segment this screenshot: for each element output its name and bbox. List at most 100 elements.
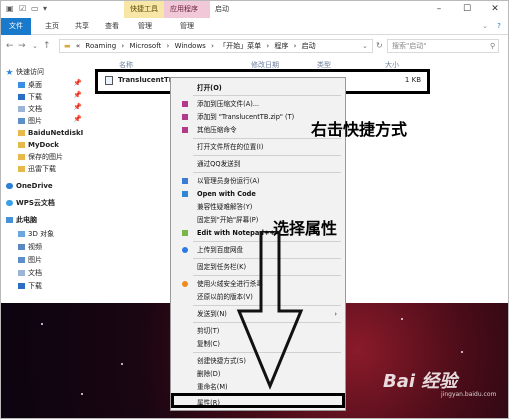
picture-icon: [18, 118, 25, 124]
picture-icon: [18, 257, 25, 263]
star-dot: [81, 393, 83, 395]
tab-manage-shortcut[interactable]: 管理: [132, 18, 158, 35]
up-icon[interactable]: ↑: [43, 41, 51, 51]
tab-view[interactable]: 查看: [99, 18, 125, 35]
nav-mydock[interactable]: MyDock: [18, 139, 59, 151]
breadcrumb-separator: ›: [266, 42, 270, 50]
nav-downloads[interactable]: 下载: [18, 91, 42, 103]
nav-videos[interactable]: 视频: [18, 241, 42, 253]
cloud-upload-icon: [182, 247, 188, 253]
folder-icon: [18, 142, 25, 148]
nav-baidunetdisk[interactable]: BaiduNetdiskI: [18, 127, 83, 139]
breadcrumb-start-menu[interactable]: 「开始」菜单: [219, 42, 261, 50]
folder-icon: [18, 166, 25, 172]
menu-open[interactable]: 打开(O): [171, 82, 345, 94]
video-icon: [18, 244, 25, 250]
nav-desktop[interactable]: 桌面: [18, 79, 42, 91]
context-tab-shortcut-tools[interactable]: 快捷工具: [124, 1, 164, 18]
maximize-button[interactable]: ☐: [453, 1, 481, 18]
address-bar[interactable]: ▬ « Roaming › Microsoft › Windows › 「开始」…: [59, 39, 373, 53]
new-folder-quick-icon[interactable]: ▭: [31, 4, 39, 13]
menu-add-to-archive[interactable]: 添加到压缩文件(A)...: [171, 98, 345, 110]
menu-send-via-qq[interactable]: 通过QQ发送到: [171, 158, 345, 170]
breadcrumb-microsoft[interactable]: Microsoft: [129, 42, 161, 50]
tab-manage-app[interactable]: 管理: [174, 18, 200, 35]
refresh-icon[interactable]: ↻: [376, 41, 383, 50]
ribbon-expand-icon[interactable]: ⌄: [479, 18, 491, 35]
nav-saved-pictures[interactable]: 保存的图片: [18, 151, 63, 163]
nav-pc-documents[interactable]: 文档: [18, 267, 42, 279]
navigation-pane: 快速访问 桌面 📌 下载 📌 文档 📌 图片 📌 BaiduNetdiskI M…: [1, 58, 97, 303]
tab-file[interactable]: 文件: [1, 18, 31, 35]
breadcrumb-roaming[interactable]: Roaming: [85, 42, 116, 50]
nav-pc-pictures[interactable]: 图片: [18, 254, 42, 266]
recent-dropdown-icon[interactable]: ⌄: [32, 42, 38, 50]
baidu-watermark: Bai 经验: [383, 371, 458, 392]
menu-run-as-admin[interactable]: 以管理员身份运行(A): [171, 175, 345, 187]
vscode-icon: [182, 191, 188, 197]
title-bar: ▣ ☑ ▭ ▾ 快捷工具 应用程序工具 启动 – ☐ ✕: [1, 1, 508, 30]
star-icon: [6, 69, 13, 75]
breadcrumb-separator: ›: [121, 42, 125, 50]
folder-icon: [18, 154, 25, 160]
star-dot: [401, 318, 403, 320]
help-icon[interactable]: ?: [493, 18, 505, 35]
desktop-icon: [18, 82, 25, 88]
file-name: TranslucentTB: [118, 76, 175, 84]
nav-documents[interactable]: 文档: [18, 103, 42, 115]
menu-compatibility-troubleshoot[interactable]: 兼容性疑难解答(Y): [171, 201, 345, 213]
folder-icon: ▬: [64, 42, 71, 50]
address-dropdown-icon[interactable]: ⌄: [362, 42, 368, 50]
down-arrow-annotation: [236, 231, 304, 390]
archive-icon: [182, 114, 188, 120]
submenu-arrow-icon: ›: [334, 310, 337, 318]
properties-quick-icon[interactable]: ☑: [19, 4, 26, 13]
minimize-button[interactable]: –: [425, 1, 453, 18]
search-icon: ⚲: [490, 42, 496, 50]
breadcrumb-programs[interactable]: 程序: [274, 42, 288, 50]
computer-icon: [6, 217, 13, 223]
archive-icon: [182, 101, 188, 107]
nav-this-pc[interactable]: 此电脑: [6, 214, 37, 226]
cloud-icon: [6, 200, 13, 206]
file-size: 1 KB: [404, 76, 421, 84]
menu-separator: [193, 95, 341, 96]
forward-icon[interactable]: →: [18, 41, 26, 51]
menu-open-with-code[interactable]: Open with Code: [171, 188, 345, 200]
nav-3d-objects[interactable]: 3D 对象: [18, 228, 54, 240]
context-tab-app-tools[interactable]: 应用程序工具: [164, 1, 210, 30]
star-dot: [121, 363, 123, 365]
search-input[interactable]: 搜索"启动": [387, 39, 499, 53]
breadcrumb-startup[interactable]: 启动: [302, 42, 316, 50]
address-row: ← → ⌄ ↑ ▬ « Roaming › Microsoft › Window…: [1, 36, 508, 56]
cube-icon: [18, 231, 25, 237]
breadcrumb-separator: «: [75, 42, 81, 50]
nav-wps-cloud[interactable]: WPS云文档: [6, 197, 55, 209]
nav-quick-access[interactable]: 快速访问: [6, 66, 44, 78]
archive-icon: [182, 127, 188, 133]
breadcrumb-windows[interactable]: Windows: [175, 42, 206, 50]
tab-share[interactable]: 共享: [69, 18, 95, 35]
quick-access-dropdown-icon[interactable]: ▾: [43, 4, 47, 13]
nav-pc-downloads[interactable]: 下载: [18, 280, 42, 292]
notepadpp-icon: [182, 230, 188, 236]
breadcrumb-separator: ›: [166, 42, 170, 50]
nav-pictures[interactable]: 图片: [18, 115, 42, 127]
star-dot: [41, 323, 43, 325]
shortcut-icon: [105, 76, 113, 85]
back-icon[interactable]: ←: [6, 41, 14, 51]
explorer-window: ▣ ☑ ▭ ▾ 快捷工具 应用程序工具 启动 – ☐ ✕ 文件 主页 共享 查看…: [0, 0, 509, 419]
menu-open-file-location[interactable]: 打开文件所在的位置(I): [171, 141, 345, 153]
huorong-icon: [182, 281, 188, 287]
menu-separator: [193, 155, 341, 156]
close-button[interactable]: ✕: [481, 1, 508, 18]
ribbon-tabs: 文件 主页 共享 查看 管理 管理 ⌄ ?: [1, 18, 508, 35]
nav-thunder-downloads[interactable]: 迅雷下载: [18, 163, 56, 175]
document-icon: [18, 106, 25, 112]
shield-icon: [182, 178, 188, 184]
document-icon: [18, 270, 25, 276]
nav-onedrive[interactable]: OneDrive: [6, 180, 53, 192]
tab-home[interactable]: 主页: [39, 18, 65, 35]
pin-icon: 📌: [73, 91, 82, 99]
cloud-icon: [6, 183, 13, 189]
